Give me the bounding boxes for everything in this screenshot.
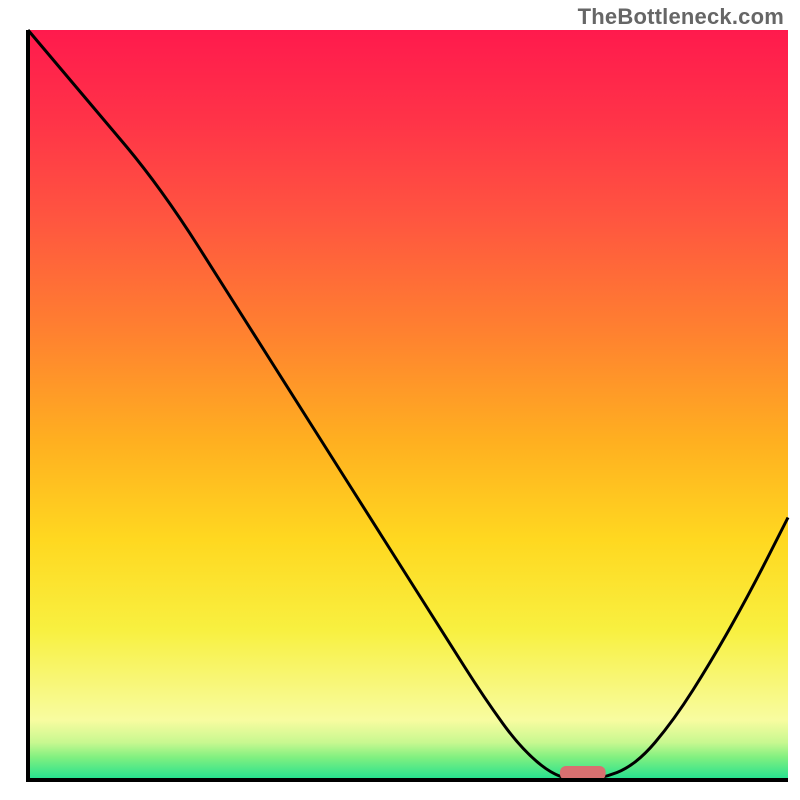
bottleneck-chart: [0, 0, 800, 800]
plot-background: [28, 30, 788, 780]
watermark-label: TheBottleneck.com: [578, 4, 784, 30]
optimal-marker: [560, 766, 606, 780]
chart-container: TheBottleneck.com: [0, 0, 800, 800]
